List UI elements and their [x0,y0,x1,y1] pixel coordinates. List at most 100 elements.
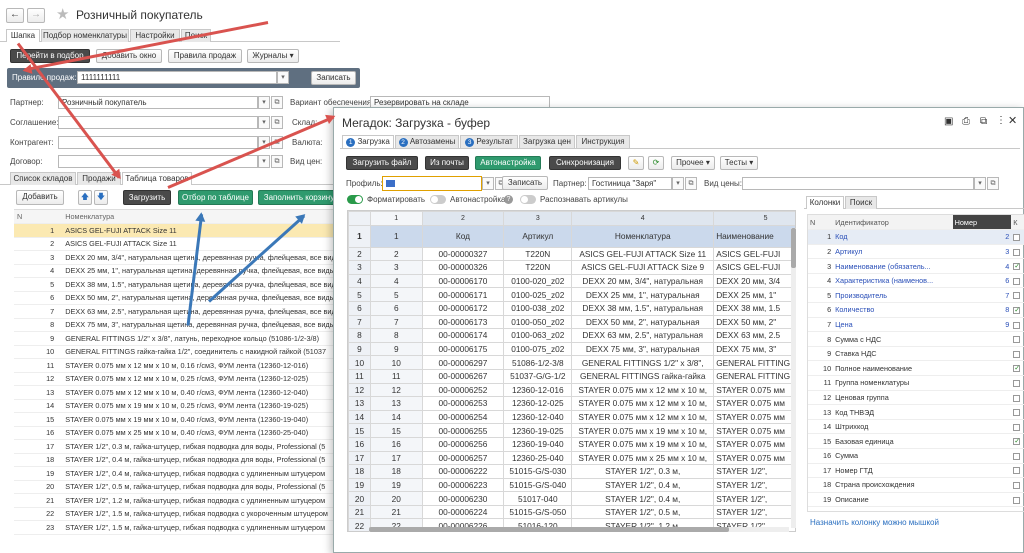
grid-cell[interactable]: 51015-G/S-030 [503,464,573,479]
grid-row-number[interactable]: 2 [348,246,371,262]
tab-warehouses[interactable]: Список складов [10,172,76,185]
dialog-price-type-input[interactable] [742,177,974,190]
column-row[interactable]: 8 Сумма с НДС [808,331,1024,347]
column-row[interactable]: 11 Группа номенклатуры [808,375,1024,391]
column-row-checkbox[interactable]: ✓ [1011,302,1024,318]
profile-write-button[interactable]: Записать [502,176,548,190]
checkbox-icon[interactable] [1013,409,1021,417]
dialog-partner-dropdown-icon[interactable]: ▾ [672,177,684,190]
grid-row[interactable]: 11 11 00-00006267 51037-G/G-1/2 GENERAL FITT… [348,368,795,384]
grid-colnum-4[interactable]: 4 [571,211,715,226]
grid-header-code[interactable]: Код [421,224,505,248]
grid-cell[interactable]: STAYER 1/2", [713,464,795,479]
grid-row[interactable]: 21 21 00-00006224 51015-G/S-050 STAYER 1/2",… [348,504,795,520]
grid-cell[interactable]: 51015-G/S-050 [503,504,573,520]
grid-cell[interactable]: 11 [369,368,423,384]
column-row-checkbox[interactable] [1011,273,1024,289]
grid-cell[interactable]: 0100-038_z02 [503,300,573,316]
checkbox-icon[interactable] [1013,350,1021,358]
grid-colnum-2[interactable]: 2 [421,211,505,226]
grid-cell[interactable]: ASICS GEL-FUJI ATTACK Size 11 [571,246,715,262]
close-icon[interactable]: ✕ [1008,114,1017,127]
column-row[interactable]: 15 Базовая единица ✓ [808,433,1024,449]
grid-cell[interactable]: 00-00006255 [421,423,505,438]
grid-cell[interactable]: 8 [369,328,423,343]
column-row[interactable]: 9 Ставка НДС [808,346,1024,362]
column-row[interactable]: 10 Полное наименование ✓ [808,360,1024,377]
grid-cell[interactable]: 00-00006175 [421,341,505,357]
grid-row[interactable]: 14 14 00-00006254 12360-12-040 STAYER 0.075 … [348,409,795,425]
table-row[interactable]: 15 STAYER 0.075 мм x 19 мм x 10 м, 0.40 г… [14,412,344,427]
grid-row[interactable]: 2 2 00-00000327 T220N ASICS GEL-FUJI ATTACK … [348,246,795,262]
grid-cell[interactable]: 00-00006224 [421,504,505,520]
grid-cell[interactable]: 00-00006257 [421,450,505,466]
grid-cell[interactable]: 7 [369,314,423,330]
grid-row-number[interactable]: 21 [348,504,371,520]
grid-cell[interactable]: DEXX 50 мм, 2", натуральная [571,314,715,330]
grid-row[interactable]: 12 12 00-00006252 12360-12-016 STAYER 0.075 … [348,382,795,398]
grid-row[interactable]: 9 9 00-00006175 0100-075_z02 DEXX 75 мм, 3",… [348,341,795,357]
table-row[interactable]: 12 STAYER 0.075 мм x 12 мм x 10 м, 0.25 г… [14,372,344,386]
grid-hscrollbar[interactable] [369,527,789,532]
column-row[interactable]: 13 Код ТНВЭД [808,404,1024,420]
grid-row-number[interactable]: 15 [348,423,371,438]
agreement-dropdown-icon[interactable]: ▾ [258,116,270,129]
grid-header-name[interactable]: Наименование [713,224,795,248]
grid-cell[interactable]: DEXX 20 мм, 3/4 [713,273,795,289]
grid-row-number[interactable]: 12 [348,382,371,398]
tab-step-load[interactable]: 1 Загрузка [342,135,394,148]
grid-row-number[interactable]: 6 [348,300,371,316]
table-row[interactable]: 22 STAYER 1/2", 1.5 м, гайка-штуцер, гибк… [14,507,344,521]
grid-cell[interactable]: GENERAL FITTING [713,355,795,370]
table-row[interactable]: 9 GENERAL FITTINGS 1/2" x 3/8", латунь, п… [14,331,344,346]
grid-cell[interactable]: STAYER 0.075 мм x 12 мм x 10 м, [571,409,715,425]
grid-header-1[interactable]: 1 [369,224,423,248]
grid-cell[interactable]: 0100-063_z02 [503,328,573,343]
grid-cell[interactable]: 15 [369,423,423,438]
grid-row[interactable]: 8 8 00-00006174 0100-063_z02 DEXX 63 мм, 2.5… [348,328,795,343]
partner-open-icon[interactable]: ⧉ [271,96,283,109]
checkbox-icon[interactable] [1013,379,1021,387]
tab-header[interactable]: Шапка [6,29,40,42]
refresh-icon[interactable]: ⟳ [648,156,664,170]
grid-colnum-5[interactable]: 5 [713,211,795,226]
grid-cell[interactable]: 2 [369,246,423,262]
other-button[interactable]: Прочее ▾ [671,156,715,170]
back-button[interactable]: ← [6,8,24,23]
grid-cell[interactable]: STAYER 1/2", 0.4 м, [571,491,715,506]
tab-step-autoreplace[interactable]: 2 Автозамены [395,135,459,148]
grid-cell[interactable]: 13 [369,396,423,411]
table-row[interactable]: 13 STAYER 0.075 мм x 12 мм x 10 м, 0.40 г… [14,385,344,400]
column-row[interactable]: 16 Сумма [808,448,1024,464]
grid-cell[interactable]: STAYER 1/2", 0.5 м, [571,504,715,520]
contract-open-icon[interactable]: ⧉ [271,155,283,168]
grid-cell[interactable]: STAYER 0.075 мм x 12 мм x 10 м, [571,382,715,398]
table-row[interactable]: 20 STAYER 1/2", 0.5 м, гайка-штуцер, гибк… [14,480,344,494]
grid-cell[interactable]: STAYER 0.075 мм [713,409,795,425]
grid-row-number[interactable]: 16 [348,436,371,452]
print-icon[interactable]: ⎙ [962,116,970,127]
grid-cell[interactable]: 12360-19-025 [503,423,573,438]
dialog-price-type-open-icon[interactable]: ⧉ [987,177,999,190]
more-icon[interactable]: ⋮ [996,115,1006,126]
column-row-checkbox[interactable] [1011,375,1024,391]
grid-row[interactable]: 13 13 00-00006253 12360-12-025 STAYER 0.075 … [348,396,795,411]
grid-cell[interactable]: 00-00000327 [421,246,505,262]
grid-cell[interactable]: 00-00006222 [421,464,505,479]
profile-input[interactable] [382,176,482,191]
grid-row[interactable]: 4 4 00-00006170 0100-020_z02 DEXX 20 мм, 3/4… [348,273,795,289]
filter-table-button[interactable]: Отбор по таблице [178,190,253,205]
grid-cell[interactable]: DEXX 75 мм, 3" [713,341,795,357]
grid-cell[interactable]: DEXX 63 мм, 2.5 [713,328,795,343]
grid-row-number[interactable]: 19 [348,477,371,493]
table-row[interactable]: 7 DEXX 63 мм, 2.5", натуральная щетина, д… [14,304,344,319]
column-row[interactable]: 6 Количество 8 ✓ [808,302,1024,318]
sync-button[interactable]: Синхронизация [549,156,621,170]
grid-row-number[interactable]: 5 [348,287,371,302]
grid-cell[interactable]: 12 [369,382,423,398]
checkmark-icon[interactable]: ✓ [1013,365,1021,373]
grid-cell[interactable]: 12360-12-025 [503,396,573,411]
table-row[interactable]: 10 GENERAL FITTINGS гайка-гайка 1/2", сое… [14,345,344,359]
grid-cell[interactable]: STAYER 1/2", 0.3 м, [571,464,715,479]
table-row[interactable]: 4 DEXX 25 мм, 1", натуральная щетина, дер… [14,264,344,278]
